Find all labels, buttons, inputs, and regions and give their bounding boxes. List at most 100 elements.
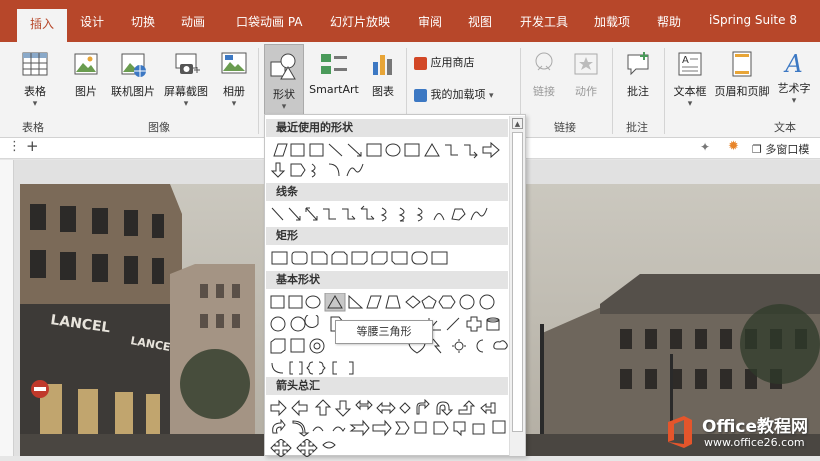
rectangles-row: [269, 249, 509, 267]
svg-text:A: A: [682, 55, 689, 66]
textbox-button[interactable]: A 文本框 ▾: [670, 50, 710, 109]
screenshot-button[interactable]: 屏幕截图 ▾: [160, 50, 212, 109]
chevron-down-icon: ▾: [791, 96, 797, 106]
tab-help[interactable]: 帮助: [657, 13, 681, 30]
comment-icon: [627, 52, 649, 76]
tab-design[interactable]: 设计: [80, 13, 104, 30]
wordart-icon: A: [785, 50, 803, 78]
my-addins-button[interactable]: 我的加载项 ▾: [414, 86, 494, 102]
pin-icon[interactable]: ✦: [700, 140, 710, 154]
comment-label: 批注: [627, 85, 649, 98]
screenshot-label: 屏幕截图: [164, 85, 208, 98]
line-shape[interactable]: [328, 143, 343, 157]
rectangle-shape-2[interactable]: [404, 143, 420, 157]
pentagon-shape[interactable]: [290, 163, 306, 177]
scroll-up-icon[interactable]: ▲: [512, 118, 523, 129]
group-label-text: 文本: [774, 121, 796, 134]
arrow-line-shape[interactable]: [347, 143, 362, 157]
group-label-links: 链接: [554, 121, 576, 134]
scroll-thumb[interactable]: [512, 132, 523, 432]
smartart-icon: [321, 54, 347, 74]
parallelogram-shape[interactable]: [273, 143, 288, 157]
tab-review[interactable]: 审阅: [418, 13, 442, 30]
tab-pocket-animation[interactable]: 口袋动画 PA: [236, 13, 303, 30]
group-separator: [664, 48, 665, 134]
online-picture-button[interactable]: 联机图片: [107, 50, 159, 99]
watermark: Office教程网 www.office26.com: [662, 408, 820, 456]
multi-window-label: 多窗口模: [765, 143, 810, 156]
section-lines: 线条: [266, 183, 508, 201]
rectangle-shape[interactable]: [366, 143, 382, 157]
freeform-shape[interactable]: [346, 163, 364, 177]
recent-shapes-row-1: [269, 141, 509, 159]
section-recent-shapes: 最近使用的形状: [266, 119, 508, 137]
oval-shape[interactable]: [385, 143, 401, 157]
tab-insert[interactable]: 插入: [17, 9, 67, 42]
action-button[interactable]: 动作: [569, 50, 603, 99]
table-label: 表格: [24, 85, 46, 98]
picture-button[interactable]: 图片: [66, 50, 106, 99]
curve-shape[interactable]: [310, 163, 316, 178]
tab-transitions[interactable]: 切换: [131, 13, 155, 30]
addins-icon: [414, 88, 427, 102]
link-button[interactable]: 链接: [528, 50, 560, 99]
chevron-down-icon: ▾: [281, 102, 287, 112]
recent-shapes-row-2: [269, 161, 509, 179]
right-arrow-shape[interactable]: [482, 141, 500, 159]
gallery-scrollbar[interactable]: ▲: [509, 116, 525, 456]
shapes-label: 形状: [273, 88, 295, 101]
thumbnail-pane[interactable]: [0, 160, 14, 456]
triangle-shape[interactable]: [424, 143, 440, 157]
section-basic-shapes: 基本形状: [266, 271, 508, 289]
comment-button[interactable]: 批注: [620, 50, 656, 99]
elbow-arrow-shape[interactable]: [464, 144, 478, 159]
table-button[interactable]: 表格 ▾: [10, 50, 60, 109]
link-label: 链接: [533, 85, 555, 98]
textbox-icon: A: [678, 52, 702, 76]
shape-tooltip: 等腰三角形: [335, 320, 433, 344]
group-separator: [258, 48, 259, 134]
group-label-images: 图像: [148, 121, 170, 134]
tab-view[interactable]: 视图: [468, 13, 492, 30]
watermark-title: Office教程网: [702, 417, 809, 437]
tab-animations[interactable]: 动画: [181, 13, 205, 30]
header-footer-button[interactable]: 页眉和页脚: [712, 50, 772, 99]
chevron-down-icon: ▾: [489, 91, 494, 101]
store-button[interactable]: 应用商店: [414, 54, 475, 70]
arc-shape[interactable]: [328, 163, 340, 177]
wordart-button[interactable]: A 艺术字 ▾: [774, 50, 814, 106]
smartart-label: SmartArt: [309, 83, 359, 96]
shapes-icon: [270, 53, 296, 80]
add-slide-button[interactable]: +: [26, 137, 39, 155]
shapes-gallery: 最近使用的形状 线条 矩形 基本形状 箭头总汇 ▲: [264, 114, 526, 458]
shapes-button[interactable]: 形状 ▾: [264, 44, 304, 116]
screenshot-icon: [175, 53, 200, 74]
lines-row: [269, 205, 509, 223]
elbow-connector-shape[interactable]: [445, 144, 458, 156]
my-addins-label: 我的加载项: [430, 88, 486, 101]
tab-developer[interactable]: 开发工具: [520, 13, 568, 30]
album-button[interactable]: 相册 ▾: [214, 50, 254, 109]
chart-label: 图表: [372, 85, 394, 98]
smartart-button[interactable]: SmartArt: [307, 50, 361, 96]
block-arrows-row-3: [269, 438, 509, 458]
tab-slideshow[interactable]: 幻灯片放映: [330, 13, 390, 30]
store-icon: [414, 56, 427, 70]
album-label: 相册: [223, 85, 245, 98]
pane-toggle-icon[interactable]: ⋮: [8, 139, 21, 154]
multi-window-button[interactable]: ❐ 多窗口模: [752, 141, 809, 157]
album-icon: [221, 52, 247, 74]
textbox-shape[interactable]: [290, 143, 305, 157]
watermark-url: www.office26.com: [704, 436, 805, 449]
tab-addins[interactable]: 加载项: [594, 13, 630, 30]
ribbon-tab-bar: 插入 设计 切换 动画 口袋动画 PA 幻灯片放映 审阅 视图 开发工具 加载项…: [0, 0, 820, 42]
vertical-textbox-shape[interactable]: [309, 143, 324, 157]
online-picture-icon: [121, 53, 146, 77]
picture-label: 图片: [75, 85, 97, 98]
action-label: 动作: [575, 85, 597, 98]
tab-ispring[interactable]: iSpring Suite 8: [709, 13, 797, 27]
group-separator: [612, 48, 613, 134]
chart-button[interactable]: 图表: [365, 50, 401, 99]
gear-icon[interactable]: ✹: [728, 139, 739, 154]
down-arrow-shape[interactable]: [270, 162, 286, 178]
